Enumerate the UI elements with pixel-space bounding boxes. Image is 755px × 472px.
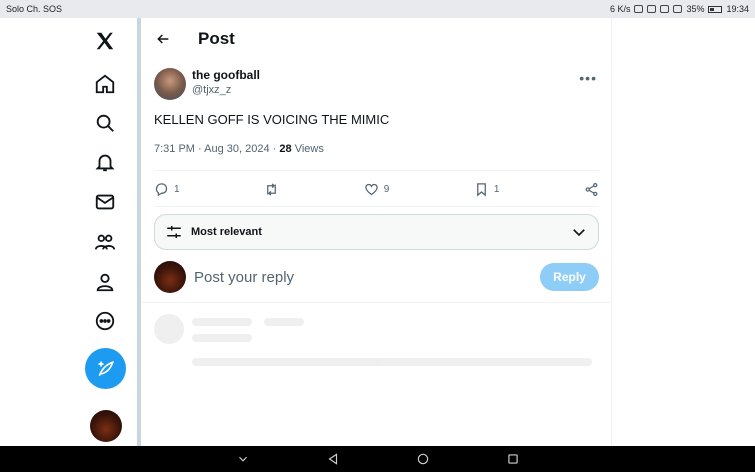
back-icon[interactable]: [326, 452, 340, 466]
loading-reply-placeholder: [154, 314, 599, 374]
battery-saver-icon: [673, 5, 683, 13]
views-label: Views: [294, 143, 324, 155]
repost-icon: [267, 182, 277, 196]
home-icon[interactable]: [92, 71, 118, 97]
clock: 19:34: [726, 4, 749, 14]
post-text: KELLEN GOFF IS VOICING THE MIMIC: [154, 112, 390, 127]
divider: [154, 170, 599, 171]
post-detail: Post the goofball @tjxz_z ••• KELLEN GOF…: [141, 18, 612, 446]
communities-icon[interactable]: [92, 229, 118, 255]
divider: [141, 302, 611, 303]
like-count: 9: [383, 183, 390, 195]
profile-icon[interactable]: [92, 269, 118, 295]
reply-action[interactable]: 1: [154, 182, 180, 197]
bookmark-count: 1: [493, 183, 500, 195]
account-avatar[interactable]: [90, 410, 122, 442]
battery-icon: [708, 5, 723, 13]
sliders-icon: [167, 226, 181, 238]
views-count: 28: [279, 143, 292, 155]
sort-label: Most relevant: [191, 226, 262, 238]
header: Post: [141, 18, 611, 60]
bookmark-icon: [476, 182, 486, 196]
x-logo-icon[interactable]: [92, 28, 118, 54]
reply-composer: Post your reply Reply: [154, 261, 599, 293]
messages-icon[interactable]: [92, 189, 118, 215]
recents-icon[interactable]: [506, 452, 520, 466]
reply-sort-dropdown[interactable]: Most relevant: [154, 214, 599, 250]
compose-button[interactable]: [85, 348, 126, 389]
reply-count: 1: [174, 183, 180, 195]
notifications-icon[interactable]: [92, 149, 118, 175]
divider: [154, 206, 599, 207]
author-handle[interactable]: @tjxz_z: [192, 84, 260, 96]
search-icon[interactable]: [92, 110, 118, 136]
heart-icon: [364, 183, 378, 195]
sidebar: [70, 18, 140, 446]
reply-input[interactable]: Post your reply: [194, 269, 540, 286]
reply-button[interactable]: Reply: [540, 263, 599, 291]
status-left-text: Solo Ch. SOS: [6, 4, 63, 14]
reply-icon: [155, 182, 168, 196]
post-timestamp[interactable]: 7:31 PM · Aug 30, 2024 ·: [154, 143, 276, 155]
post-more-icon[interactable]: •••: [579, 70, 597, 86]
author-display-name[interactable]: the goofball: [192, 68, 260, 82]
compose-icon: [98, 360, 114, 376]
net-speed: 6 K/s: [609, 4, 631, 14]
hide-keyboard-icon[interactable]: [236, 452, 250, 466]
repost-action[interactable]: [264, 182, 279, 197]
chevron-down-icon: [573, 229, 585, 237]
home-button-icon[interactable]: [416, 452, 430, 466]
page-title: Post: [198, 29, 235, 48]
share-action[interactable]: [584, 182, 599, 197]
post-actions: 1 9 1: [154, 178, 599, 200]
back-arrow-icon[interactable]: [155, 31, 171, 47]
author-avatar[interactable]: [154, 68, 186, 100]
post-author[interactable]: the goofball @tjxz_z: [154, 68, 260, 100]
alarm-icon: [647, 5, 657, 13]
share-icon: [585, 182, 598, 196]
status-bar: Solo Ch. SOS 6 K/s 35% 19:34: [0, 0, 755, 18]
more-icon[interactable]: [92, 308, 118, 334]
bookmark-action[interactable]: 1: [474, 182, 500, 197]
like-action[interactable]: 9: [364, 182, 390, 197]
battery-percent: 35%: [686, 4, 705, 14]
vibrate-icon: [634, 5, 644, 13]
android-nav-bar: [0, 446, 755, 472]
post-meta: 7:31 PM · Aug 30, 2024 · 28 Views: [154, 143, 324, 155]
wifi-icon: [660, 5, 670, 13]
reply-avatar: [154, 261, 186, 293]
